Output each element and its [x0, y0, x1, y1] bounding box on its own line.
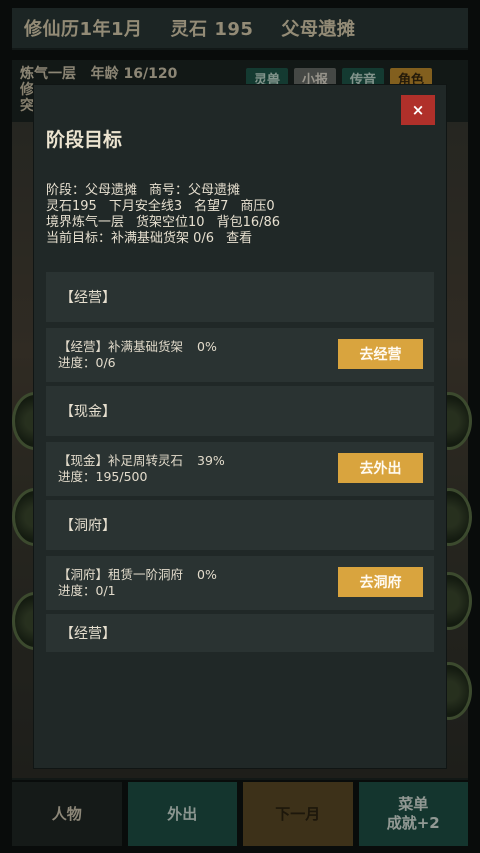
goal-title: 【现金】补足周转灵石 — [58, 453, 184, 468]
go-out-goal-button[interactable]: 去外出 — [338, 453, 423, 483]
goal-progress: 进度：195/500 — [58, 469, 148, 484]
info-bag: 背包16/86 — [216, 215, 281, 230]
info-current-goal: 当前目标：补满基础货架 0/6 — [46, 231, 215, 246]
goal-progress: 进度：0/1 — [58, 583, 116, 598]
close-button[interactable]: × — [401, 95, 435, 125]
section-header-cash: 【现金】 — [46, 386, 434, 436]
info-shop-name: 商号：父母遗摊 — [149, 183, 241, 198]
section-header-business: 【经营】 — [46, 272, 434, 322]
info-stones: 灵石195 — [46, 199, 97, 214]
goal-percent: 0% — [197, 339, 217, 354]
view-link[interactable]: 查看 — [226, 231, 252, 246]
go-cave-button[interactable]: 去洞府 — [338, 567, 423, 597]
goal-row-cash: 【现金】补足周转灵石 39% 进度：195/500 去外出 — [46, 442, 434, 496]
info-realm: 境界炼气一层 — [46, 215, 125, 230]
info-stage: 阶段：父母遗摊 — [46, 183, 138, 198]
info-reputation: 名望7 — [194, 199, 229, 214]
goal-percent: 0% — [197, 567, 217, 582]
goal-progress: 进度：0/6 — [58, 355, 116, 370]
goal-title: 【经营】补满基础货架 — [58, 339, 184, 354]
goal-percent: 39% — [197, 453, 225, 468]
dialog-title: 阶段目标 — [46, 129, 123, 151]
go-business-button[interactable]: 去经营 — [338, 339, 423, 369]
goal-text: 【洞府】租赁一阶洞府 0% 进度：0/1 — [58, 567, 231, 599]
section-header-business-2: 【经营】 — [46, 614, 434, 652]
info-safety: 下月安全线3 — [108, 199, 183, 214]
goal-row-cave: 【洞府】租赁一阶洞府 0% 进度：0/1 去洞府 — [46, 556, 434, 610]
goal-text: 【现金】补足周转灵石 39% 进度：195/500 — [58, 453, 239, 485]
goal-title: 【洞府】租赁一阶洞府 — [58, 567, 184, 582]
section-header-cave: 【洞府】 — [46, 500, 434, 550]
stage-info: 阶段：父母遗摊 商号：父母遗摊 灵石195 下月安全线3 名望7 商压0 境界炼气一层货… — [46, 183, 292, 247]
goal-row-business: 【经营】补满基础货架 0% 进度：0/6 去经营 — [46, 328, 434, 382]
info-pressure: 商压0 — [240, 199, 275, 214]
info-shelf-slots: 货架空位10 — [136, 215, 205, 230]
stage-goal-dialog: × 阶段目标 阶段：父母遗摊 商号：父母遗摊 灵石195 下月安全线3 名望7 商压0 … — [34, 85, 446, 768]
goal-text: 【经营】补满基础货架 0% 进度：0/6 — [58, 339, 231, 371]
